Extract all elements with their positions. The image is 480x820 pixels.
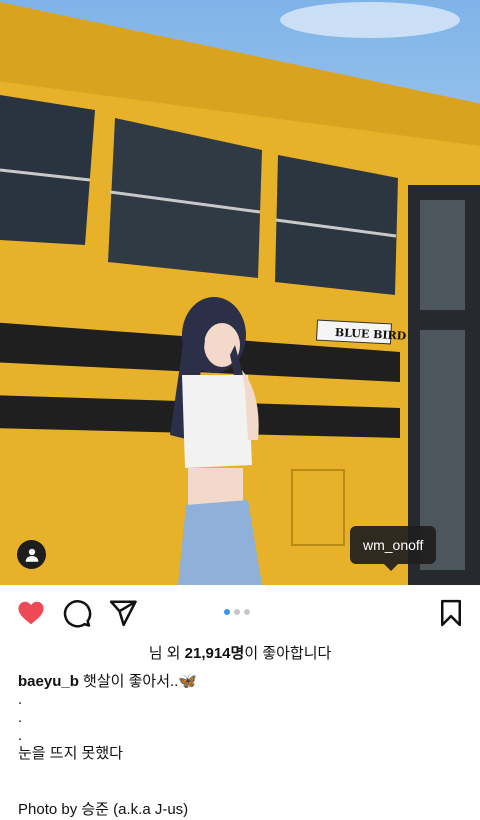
comment-icon <box>63 600 92 628</box>
caption-text: 햇살이 좋아서.. <box>78 673 179 690</box>
like-prefix: 님 외 <box>148 645 185 662</box>
comment-button[interactable] <box>62 598 92 628</box>
like-count: 21,914명 <box>184 645 245 662</box>
caption-dot-line: . <box>18 727 23 744</box>
person-icon <box>25 548 38 562</box>
bus-photo-illustration: BLUE BIRD <box>0 2 480 585</box>
like-summary[interactable]: 님 외 21,914명이 좋아합니다 <box>0 642 480 663</box>
bookmark-icon <box>441 599 461 627</box>
tagged-user-label[interactable]: wm_onoff <box>350 526 437 571</box>
caption-dot-line: . <box>18 709 23 726</box>
photo-credit: Photo by 승준 (a.k.a J-us) <box>18 801 189 818</box>
like-suffix: 이 좋아합니다 <box>244 645 332 662</box>
carousel-dot-active <box>224 609 230 615</box>
tags-indicator[interactable] <box>17 540 46 569</box>
like-button[interactable] <box>16 598 46 628</box>
carousel-indicator <box>224 609 250 615</box>
post-photo[interactable]: BLUE BIRD wm_onoff <box>0 0 480 585</box>
caption-first-line: baeyu_b 햇살이 좋아서..🦋 <box>18 673 468 691</box>
carousel-dot <box>234 609 240 615</box>
send-icon <box>109 600 137 627</box>
author-username[interactable]: baeyu_b <box>18 673 79 690</box>
heart-icon <box>18 601 44 625</box>
save-button[interactable] <box>436 598 466 628</box>
carousel-dot <box>244 609 250 615</box>
butterfly-emoji: 🦋 <box>178 673 198 690</box>
share-button[interactable] <box>108 598 138 628</box>
post-caption: baeyu_b 햇살이 좋아서..🦋 . . . 눈을 뜨지 못했다 <box>18 673 468 763</box>
caption-last-line: 눈을 뜨지 못했다 <box>18 745 123 762</box>
caption-dot-line: . <box>18 691 23 708</box>
